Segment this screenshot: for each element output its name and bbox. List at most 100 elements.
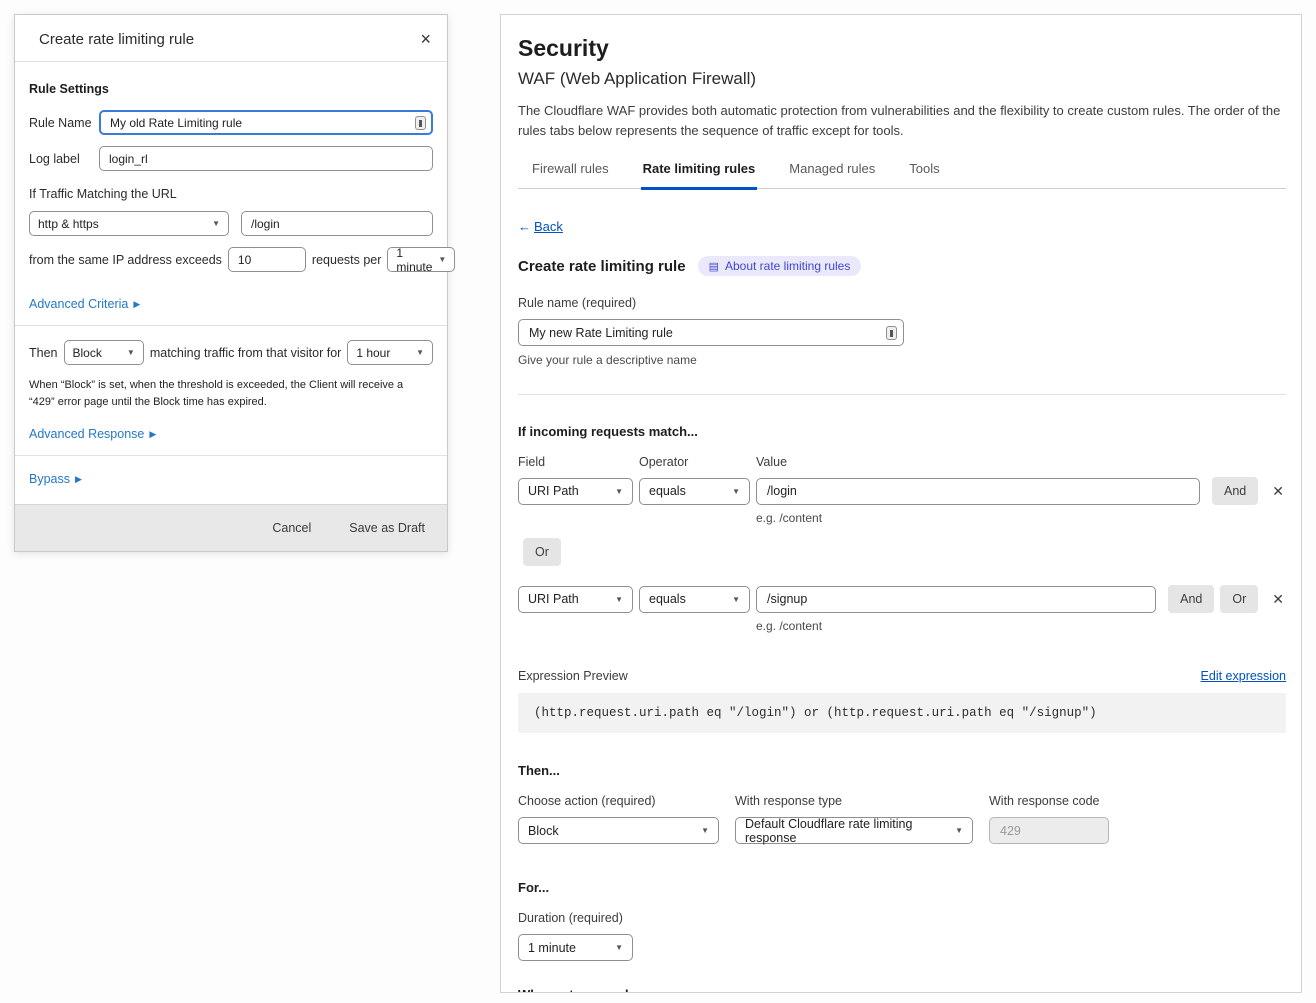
- threshold-input[interactable]: [228, 247, 306, 272]
- tab-tools[interactable]: Tools: [907, 161, 941, 190]
- log-label-label: Log label: [29, 152, 99, 166]
- advanced-response-link[interactable]: Advanced Response ▶: [29, 427, 156, 441]
- scheme-select[interactable]: http & https ▼: [29, 211, 229, 236]
- rule-name-input-wrap: [518, 319, 904, 346]
- response-code-label: With response code: [989, 794, 1109, 808]
- log-label-input[interactable]: [99, 146, 433, 171]
- remove-condition-icon[interactable]: ✕: [1270, 591, 1286, 608]
- back-link[interactable]: ← Back: [518, 219, 563, 234]
- choose-action-column: Choose action (required) Block ▼: [518, 794, 719, 844]
- tab-rate-limiting-rules[interactable]: Rate limiting rules: [641, 161, 758, 190]
- screenshot-root: { "icons": { "close": "×", "caret": "▼",…: [0, 0, 1316, 1003]
- operator-column-label: Operator: [639, 455, 756, 469]
- create-rule-heading-row: Create rate limiting rule ▤ About rate l…: [518, 256, 1286, 276]
- divider: [15, 325, 447, 326]
- for-section: For... Duration (required) 1 minute ▼: [518, 880, 1286, 961]
- chevron-down-icon: ▼: [615, 487, 623, 496]
- operator-select[interactable]: equals ▼: [639, 478, 750, 505]
- duration-label: Duration (required): [518, 911, 1286, 925]
- rule-name-input[interactable]: [518, 319, 904, 346]
- field-select[interactable]: URI Path ▼: [518, 586, 633, 613]
- response-type-column: With response type Default Cloudflare ra…: [735, 794, 973, 844]
- log-label-row: Log label: [29, 146, 433, 171]
- edit-expression-link[interactable]: Edit expression: [1201, 669, 1286, 683]
- rule-settings-heading: Rule Settings: [29, 82, 433, 96]
- rule-name-help: Give your rule a descriptive name: [518, 353, 1286, 367]
- dialog-body: Rule Settings Rule Name Log label If Tra…: [15, 62, 447, 490]
- url-input-wrap: [241, 211, 433, 236]
- and-button[interactable]: And: [1168, 585, 1214, 613]
- document-icon: ▤: [709, 260, 719, 273]
- threshold-row: from the same IP address exceeds request…: [29, 247, 433, 272]
- arrow-left-icon: ←: [518, 219, 531, 234]
- action-select[interactable]: Block ▼: [64, 340, 144, 365]
- page-title: Security: [518, 35, 1286, 62]
- value-input[interactable]: [756, 478, 1200, 505]
- advanced-criteria-link[interactable]: Advanced Criteria ▶: [29, 297, 140, 311]
- chevron-down-icon: ▼: [416, 348, 424, 357]
- block-duration-select[interactable]: 1 hour ▼: [347, 340, 433, 365]
- rule-name-label: Rule Name: [29, 116, 99, 130]
- dialog-title: Create rate limiting rule: [39, 31, 194, 48]
- rule-name-row: Rule Name: [29, 110, 433, 135]
- log-label-input-wrap: [99, 146, 433, 171]
- tab-managed-rules[interactable]: Managed rules: [787, 161, 877, 190]
- operator-select[interactable]: equals ▼: [639, 586, 750, 613]
- threshold-text-after: requests per: [312, 253, 381, 267]
- chevron-down-icon: ▼: [955, 826, 963, 835]
- incoming-requests-heading: If incoming requests match...: [518, 424, 1286, 439]
- dialog-header: Create rate limiting rule ×: [15, 15, 447, 62]
- and-button[interactable]: And: [1212, 477, 1258, 505]
- chevron-down-icon: ▼: [438, 255, 446, 264]
- bypass-link[interactable]: Bypass ▶: [29, 472, 82, 486]
- response-code-input: [989, 817, 1109, 844]
- page-description: The Cloudflare WAF provides both automat…: [518, 101, 1286, 141]
- triangle-right-icon: ▶: [149, 430, 156, 439]
- close-icon[interactable]: ×: [420, 30, 431, 48]
- old-rate-limit-dialog: Create rate limiting rule × Rule Setting…: [14, 14, 448, 552]
- remove-condition-icon[interactable]: ✕: [1270, 483, 1286, 500]
- action-select[interactable]: Block ▼: [518, 817, 719, 844]
- then-text: matching traffic from that visitor for: [150, 346, 342, 360]
- condition-column-labels: Field Operator Value: [518, 455, 1286, 469]
- then-heading: Then...: [518, 763, 1286, 778]
- value-column-label: Value: [756, 455, 787, 469]
- value-help: e.g. /content: [756, 511, 1286, 525]
- autofill-icon: [886, 326, 897, 340]
- block-note: When “Block” is set, when the threshold …: [29, 377, 433, 411]
- save-as-draft-button[interactable]: Save as Draft: [349, 521, 425, 535]
- field-select[interactable]: URI Path ▼: [518, 478, 633, 505]
- then-label: Then: [29, 346, 58, 360]
- autofill-icon: [415, 116, 426, 130]
- response-type-select[interactable]: Default Cloudflare rate limiting respons…: [735, 817, 973, 844]
- url-input[interactable]: [241, 211, 433, 236]
- chevron-down-icon: ▼: [732, 487, 740, 496]
- value-input[interactable]: [756, 586, 1156, 613]
- rate-section: When rate exceeds... Requests (required)…: [518, 987, 1286, 993]
- duration-select[interactable]: 1 minute ▼: [518, 934, 633, 961]
- chevron-down-icon: ▼: [212, 219, 220, 228]
- threshold-text-before: from the same IP address exceeds: [29, 253, 222, 267]
- rule-name-input[interactable]: [99, 110, 433, 135]
- field-column-label: Field: [518, 455, 639, 469]
- divider: [15, 455, 447, 456]
- value-help: e.g. /content: [756, 619, 1286, 633]
- expression-preview-header: Expression Preview Edit expression: [518, 669, 1286, 683]
- or-button[interactable]: Or: [1220, 585, 1258, 613]
- chevron-down-icon: ▼: [615, 595, 623, 604]
- chevron-down-icon: ▼: [615, 943, 623, 952]
- condition-row: URI Path ▼ equals ▼ And Or ✕: [518, 585, 1286, 613]
- then-section: Then... Choose action (required) Block ▼…: [518, 763, 1286, 844]
- or-button[interactable]: Or: [523, 538, 561, 566]
- triangle-right-icon: ▶: [75, 475, 82, 484]
- expression-preview-code: (http.request.uri.path eq "/login") or (…: [518, 693, 1286, 733]
- for-heading: For...: [518, 880, 1286, 895]
- cancel-button[interactable]: Cancel: [272, 521, 311, 535]
- period-select[interactable]: 1 minute ▼: [387, 247, 455, 272]
- create-rule-heading: Create rate limiting rule: [518, 258, 686, 275]
- url-match-row: http & https ▼: [29, 211, 433, 236]
- tab-firewall-rules[interactable]: Firewall rules: [530, 161, 611, 190]
- waf-tabs: Firewall rules Rate limiting rules Manag…: [518, 161, 1286, 189]
- about-rate-limiting-badge[interactable]: ▤ About rate limiting rules: [698, 256, 862, 276]
- rate-heading: When rate exceeds...: [518, 987, 1286, 993]
